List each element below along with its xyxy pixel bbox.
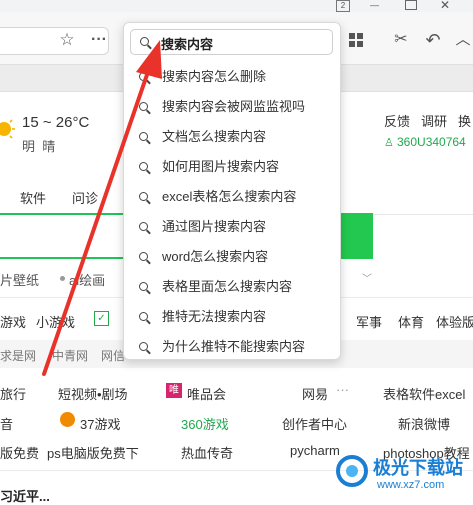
watermark-url: www.xz7.com xyxy=(377,479,445,491)
watermark-swirl-icon xyxy=(336,455,368,487)
dot-icon xyxy=(60,276,65,281)
main-search-button[interactable] xyxy=(336,213,373,259)
source-qiushi[interactable]: 求是网 xyxy=(0,347,36,364)
source-zqw[interactable]: 中青网 xyxy=(52,347,88,364)
link-creator[interactable]: 创作者中心 xyxy=(282,414,347,433)
sun-icon xyxy=(0,117,16,141)
suggestion-item[interactable]: excel表格怎么搜索内容 xyxy=(124,182,340,212)
chevron-down-icon[interactable]: ﹀ xyxy=(362,270,372,285)
suggestion-item[interactable]: 表格里面怎么搜索内容 xyxy=(124,272,340,302)
search-icon xyxy=(139,192,148,201)
user-id[interactable]: 360U340764 xyxy=(397,135,466,149)
link-netease[interactable]: 网易 xyxy=(302,384,328,403)
window-restore-icon[interactable] xyxy=(405,0,417,10)
suggestion-label: 为什么推特不能搜索内容 xyxy=(162,339,306,354)
news-headline[interactable]: 习近平... xyxy=(0,486,50,505)
link-travel[interactable]: 旅行 xyxy=(0,384,26,403)
grid-icon[interactable] xyxy=(349,33,363,47)
link-360game[interactable]: 360游戏 xyxy=(181,414,229,433)
vip-logo-icon: 唯 xyxy=(166,383,182,398)
window-minimize-icon[interactable]: — xyxy=(370,0,380,10)
nav-games[interactable]: 游戏 xyxy=(0,312,26,331)
search-icon xyxy=(139,162,148,171)
switch-link[interactable]: 换 xyxy=(458,111,471,130)
survey-link[interactable]: 调研 xyxy=(421,111,447,130)
suggestion-label: 文档怎么搜索内容 xyxy=(162,129,267,144)
dropdown-search-input[interactable]: 搜索内容 xyxy=(130,29,333,55)
tab-software[interactable]: 软件 xyxy=(20,188,46,207)
suggestion-label: 通过图片搜索内容 xyxy=(162,219,267,234)
collapse-icon[interactable]: ︿ xyxy=(452,29,473,51)
window-close-icon[interactable]: ✕ xyxy=(440,0,450,12)
suggestion-item[interactable]: 推特无法搜索内容 xyxy=(124,302,340,332)
link-ps-download[interactable]: ps电脑版免费下 xyxy=(47,443,139,462)
search-icon xyxy=(139,132,148,141)
suggestion-label: 推特无法搜索内容 xyxy=(162,309,267,324)
nav-sports[interactable]: 体育 xyxy=(398,312,424,331)
weather-temp: 15 ~ 26°C xyxy=(22,114,90,131)
tag-wallpaper[interactable]: 片壁纸 xyxy=(0,270,39,289)
star-icon[interactable]: ☆ xyxy=(56,29,78,51)
link-short-video[interactable]: 短视频•剧场 xyxy=(58,384,128,403)
suggestion-label: 表格里面怎么搜索内容 xyxy=(162,279,293,294)
more-icon[interactable]: ··· xyxy=(88,29,110,51)
search-icon xyxy=(140,37,149,46)
game37-icon xyxy=(60,412,75,427)
link-excel[interactable]: 表格软件excel xyxy=(383,384,465,403)
search-icon xyxy=(139,342,148,351)
suggestion-label: excel表格怎么搜索内容 xyxy=(162,189,297,204)
watermark-logo: 极光下载站 www.xz7.com xyxy=(335,448,473,498)
suggestion-label: 搜索内容怎么删除 xyxy=(162,69,267,84)
link-weibo[interactable]: 新浪微博 xyxy=(398,414,450,433)
link-free[interactable]: 版免费 xyxy=(0,443,39,462)
source-wangxin[interactable]: 网信 xyxy=(101,347,125,364)
weather-desc: 明 晴 xyxy=(22,139,56,154)
search-icon xyxy=(139,222,148,231)
link-pycharm[interactable]: pycharm xyxy=(290,443,340,458)
suggestion-item[interactable]: 通过图片搜索内容 xyxy=(124,212,340,242)
suggestion-label: 搜索内容会被网监监视吗 xyxy=(162,99,306,114)
search-icon xyxy=(139,312,148,321)
suggestion-item[interactable]: 如何用图片搜索内容 xyxy=(124,152,340,182)
search-suggestion-dropdown: 搜索内容 搜索内容怎么删除 搜索内容会被网监监视吗 文档怎么搜索内容 如何用图片… xyxy=(123,22,341,360)
user-icon: ♙ xyxy=(384,137,394,149)
suggestion-item[interactable]: 搜索内容怎么删除 xyxy=(124,62,340,92)
suggestion-item[interactable]: 搜索内容会被网监监视吗 xyxy=(124,92,340,122)
link-music[interactable]: 音 xyxy=(0,414,13,433)
suggestion-label: word怎么搜索内容 xyxy=(162,249,269,264)
watermark-title: 极光下载站 xyxy=(373,458,463,478)
undo-icon[interactable]: ↶ xyxy=(422,29,444,51)
search-icon xyxy=(139,72,148,81)
suggestion-item[interactable]: 为什么推特不能搜索内容 xyxy=(124,332,340,362)
nav-mini-games[interactable]: 小游戏 xyxy=(36,312,75,331)
search-query-text: 搜索内容 xyxy=(161,37,214,52)
search-icon xyxy=(139,252,148,261)
suggestion-label: 如何用图片搜索内容 xyxy=(162,159,280,174)
link-vip[interactable]: 唯品会 xyxy=(187,384,226,403)
search-icon xyxy=(139,282,148,291)
suggestion-item[interactable]: word怎么搜索内容 xyxy=(124,242,340,272)
more-dots-icon[interactable]: ··· xyxy=(336,382,349,397)
feedback-link[interactable]: 反馈 xyxy=(384,111,410,130)
nav-badge-icon: ✓ xyxy=(94,311,109,326)
nav-military[interactable]: 军事 xyxy=(356,312,382,331)
link-37game[interactable]: 37游戏 xyxy=(80,414,120,433)
window-count-badge[interactable]: 2 xyxy=(336,0,350,12)
tab-clinic[interactable]: 问诊 xyxy=(72,188,98,207)
suggestion-item[interactable]: 文档怎么搜索内容 xyxy=(124,122,340,152)
tag-ai-painting[interactable]: ai绘画 xyxy=(69,270,105,289)
scissors-icon[interactable]: ✂ xyxy=(390,29,412,51)
search-icon xyxy=(139,102,148,111)
nav-beta[interactable]: 体验版 xyxy=(436,312,473,331)
link-legend[interactable]: 热血传奇 xyxy=(181,443,233,462)
